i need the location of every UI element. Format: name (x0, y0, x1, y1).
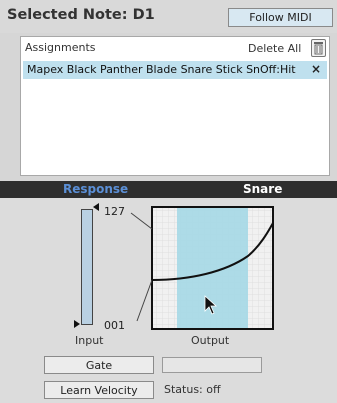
output-axis-label: Output (191, 334, 230, 347)
input-min-handle-icon[interactable] (74, 320, 80, 328)
velocity-curve-graph (74, 203, 274, 330)
input-max-connector (130, 212, 153, 230)
gate-level-bar[interactable] (162, 357, 262, 373)
input-max-label: 127 (104, 205, 125, 218)
learn-status-text: Status: off (164, 383, 221, 396)
input-min-connector (136, 279, 153, 322)
learn-velocity-button[interactable]: Learn Velocity (44, 381, 154, 399)
input-axis-label: Input (75, 334, 104, 347)
gate-button[interactable]: Gate (44, 356, 154, 374)
input-max-handle-icon[interactable] (93, 203, 99, 211)
input-min-label: 001 (104, 319, 125, 332)
